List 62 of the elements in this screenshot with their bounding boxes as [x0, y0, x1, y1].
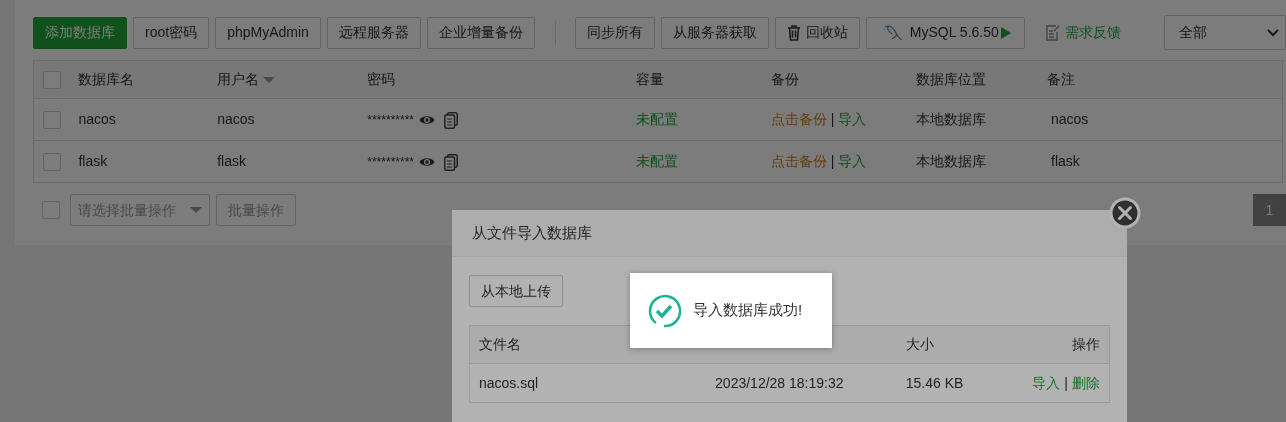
table-cell: nacos	[78, 111, 116, 127]
dolphin-icon	[882, 23, 905, 42]
eye-icon[interactable]	[419, 156, 436, 169]
link-separator: |	[830, 153, 835, 169]
column-header: 密码	[366, 71, 395, 87]
column-header: 文件名	[479, 336, 521, 352]
table-cell: 本地数据库	[916, 111, 987, 127]
recycle-bin-button[interactable]: 回收站	[774, 16, 860, 49]
column-header: 容量	[636, 71, 665, 87]
action-link[interactable]: 删除	[1072, 374, 1100, 391]
toast-message: 导入数据库成功!	[693, 300, 803, 321]
upload-button[interactable]: 从本地上传	[469, 275, 563, 307]
backup-link[interactable]: 点击备份	[770, 111, 827, 127]
table-cell: flask	[217, 153, 246, 169]
import-link[interactable]: 导入	[838, 111, 867, 127]
column-header[interactable]: 用户名	[217, 71, 260, 87]
toolbar-button[interactable]: 同步所有	[574, 16, 655, 49]
backup-link[interactable]: 点击备份	[770, 153, 827, 169]
link-separator: |	[830, 111, 835, 127]
feedback-link[interactable]: 需求反馈	[1044, 22, 1121, 43]
import-link[interactable]: 导入	[838, 153, 867, 169]
table-cell: flask	[1051, 153, 1080, 169]
trash-icon	[786, 24, 801, 41]
table-cell: 本地数据库	[916, 153, 987, 169]
dialog-title: 从文件导入数据库	[472, 222, 592, 243]
column-header: 备注	[1047, 71, 1075, 87]
checkbox[interactable]	[43, 153, 61, 172]
toolbar-button[interactable]: phpMyAdmin	[215, 16, 321, 49]
table-cell: nacos.sql	[479, 374, 539, 391]
filter-select[interactable]: 全部	[1164, 15, 1286, 50]
table-cell: flask	[78, 153, 108, 169]
capacity-link[interactable]: 未配置	[636, 111, 679, 127]
note-icon	[1044, 24, 1060, 41]
table-cell: 2023/12/28 18:19:32	[715, 374, 844, 391]
eye-icon[interactable]	[419, 114, 436, 127]
table-cell: nacos	[1051, 111, 1089, 127]
table-cell: nacos	[217, 111, 255, 127]
column-header: 备份	[770, 71, 799, 87]
action-link[interactable]: 导入	[1032, 374, 1061, 391]
toolbar-button[interactable]: 添加数据库	[33, 16, 127, 49]
password-mask: **********	[366, 113, 414, 127]
toolbar-button[interactable]: 从服务器获取	[660, 16, 769, 49]
mysql-version-button[interactable]: MySQL 5.6.50	[865, 16, 1025, 49]
checkbox[interactable]	[43, 111, 61, 130]
success-icon	[647, 293, 681, 328]
column-header: 操作	[1072, 336, 1100, 352]
column-header: 数据库名	[78, 71, 135, 87]
checkbox[interactable]	[42, 201, 60, 219]
copy-icon[interactable]	[444, 153, 459, 171]
toolbar-button[interactable]: 远程服务器	[326, 16, 421, 49]
play-icon	[999, 25, 1012, 40]
copy-icon[interactable]	[444, 111, 459, 129]
column-header: 大小	[905, 336, 934, 352]
chevron-icon	[1267, 28, 1279, 37]
checkbox[interactable]	[43, 71, 61, 90]
link-separator: |	[1064, 374, 1068, 391]
table-cell: 15.46 KB	[905, 374, 964, 391]
toolbar-button[interactable]: root密码	[133, 16, 210, 49]
password-mask: **********	[366, 155, 414, 169]
column-header: 数据库位置	[916, 71, 987, 87]
capacity-link[interactable]: 未配置	[636, 153, 679, 169]
toolbar-button[interactable]: 企业增量备份	[426, 16, 535, 49]
